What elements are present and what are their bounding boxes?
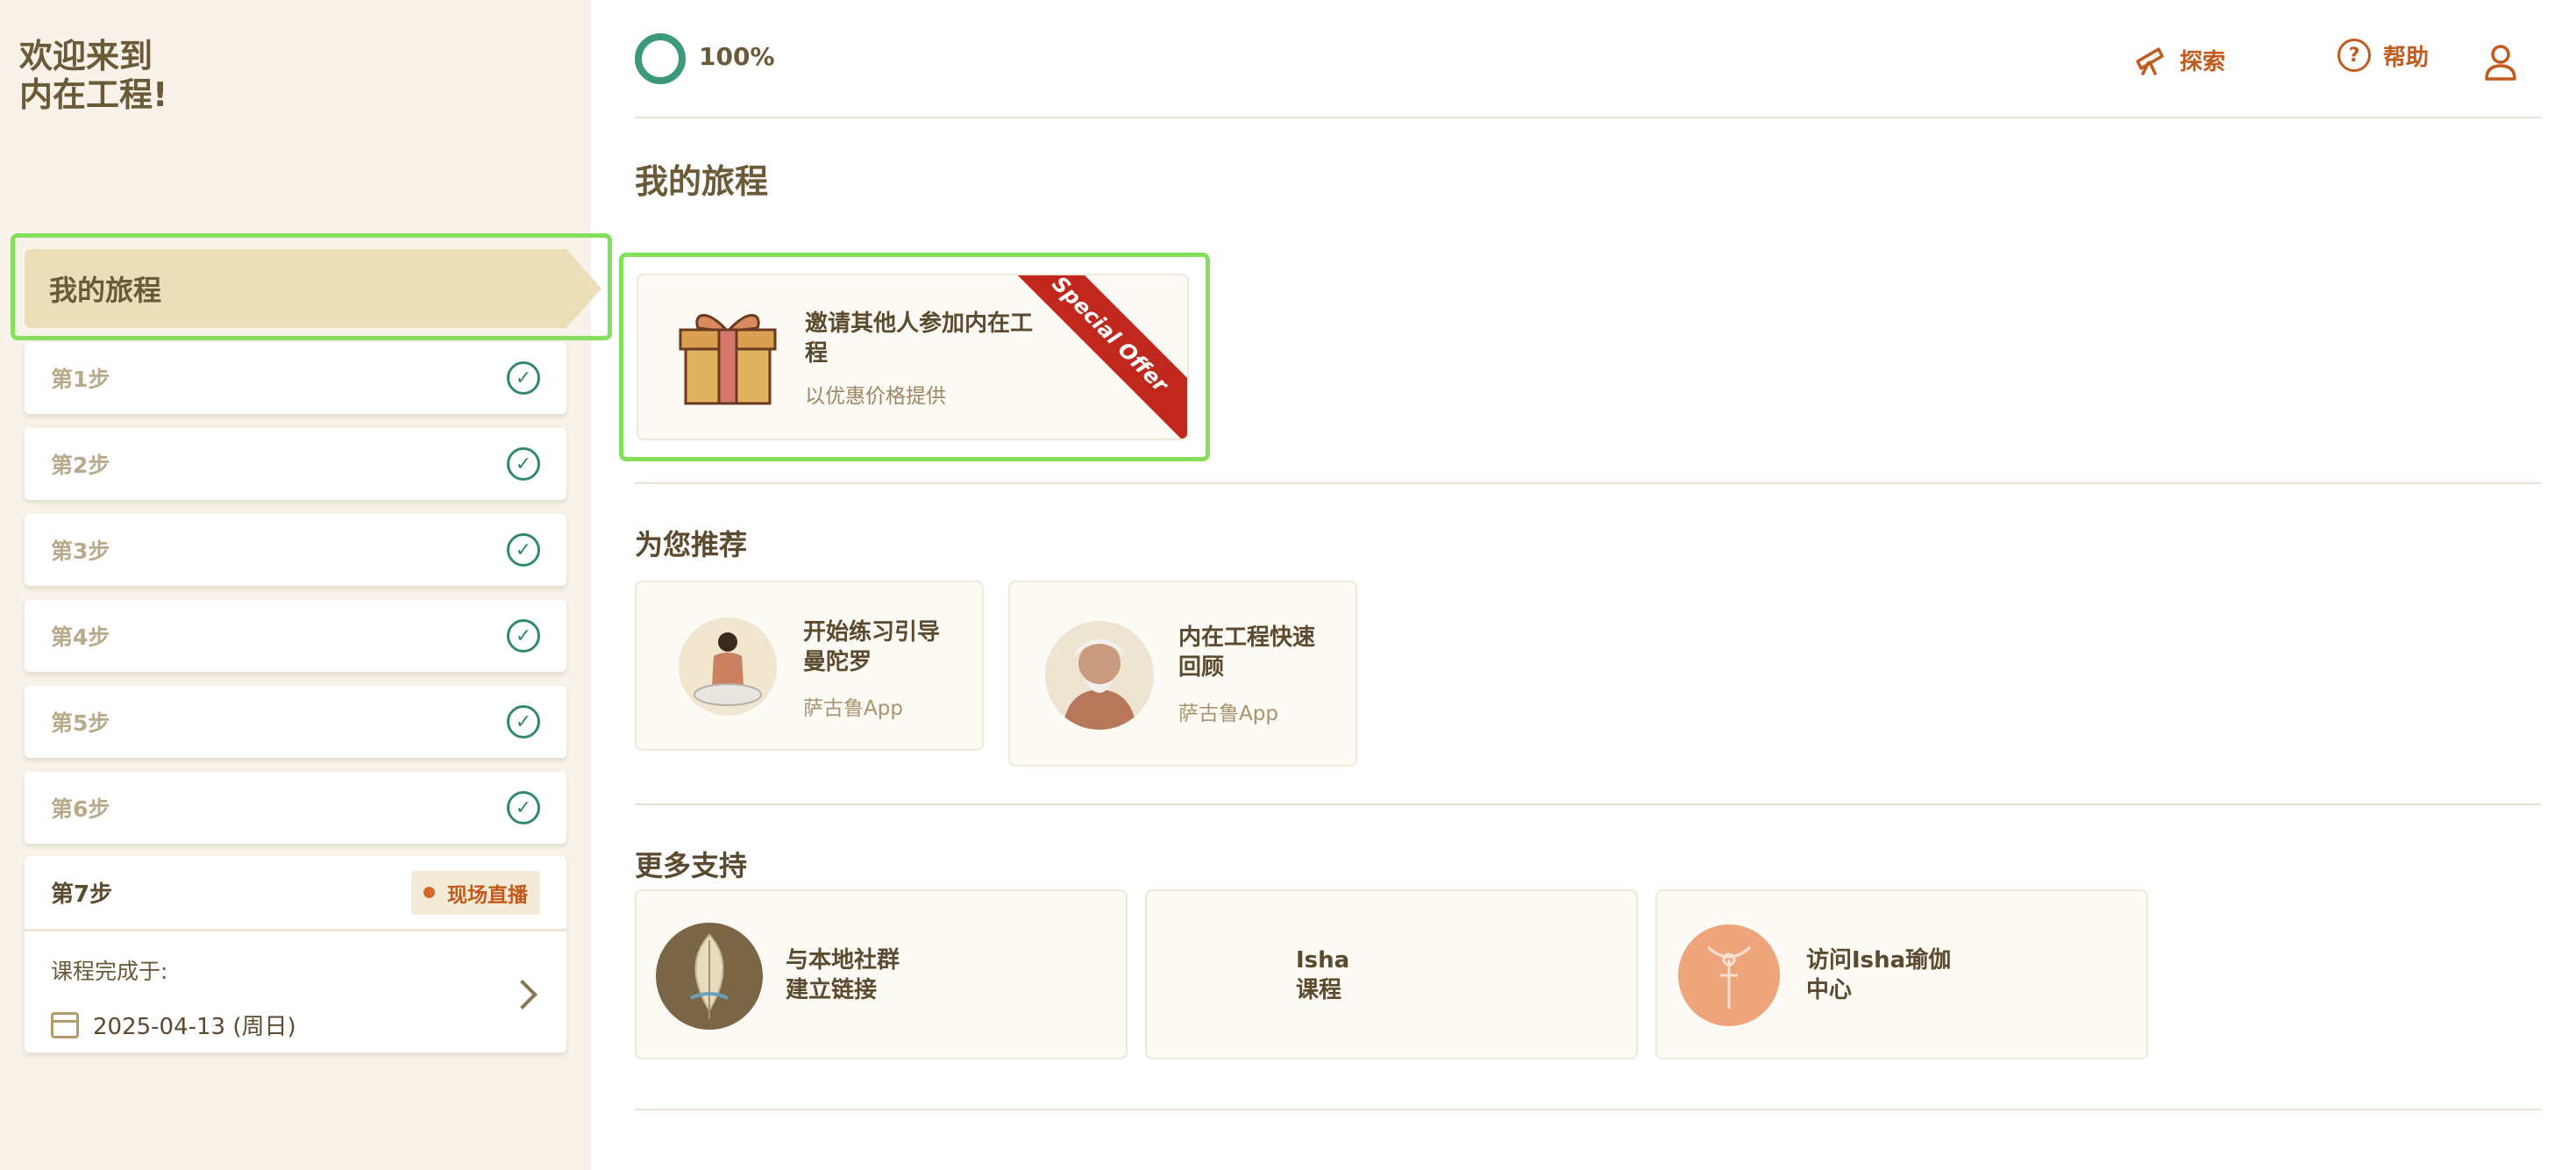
sidebar-step-3[interactable]: 第3步 ✓: [25, 514, 566, 586]
sidebar-item-label: 我的旅程: [49, 274, 162, 307]
sidebar-step-6[interactable]: 第6步 ✓: [25, 772, 566, 844]
step-label: 第6步: [51, 796, 110, 822]
card-title: 与本地社群 建立链接: [786, 945, 900, 1005]
help-link[interactable]: ? 帮助: [2338, 39, 2429, 72]
recommend-card-quick-review[interactable]: 内在工程快速 回顾 萨古鲁App: [1008, 581, 1357, 767]
progress-ring-icon: [635, 33, 686, 84]
step-label: 第7步: [51, 881, 113, 908]
community-thumbnail: [656, 923, 763, 1030]
offer-title: 邀请其他人参加内在工程: [805, 310, 1034, 367]
sadhguru-image: [1063, 639, 1136, 730]
card-title-line-2: 建立链接: [786, 977, 878, 1003]
sidebar-step-1[interactable]: 第1步 ✓: [25, 342, 566, 414]
section-divider: [635, 1109, 2541, 1110]
recommend-card-guided-mantra[interactable]: 开始练习引导 曼陀罗 萨古鲁App: [635, 581, 984, 751]
leaf-image: [690, 933, 729, 1019]
step-label: 第1步: [51, 367, 110, 392]
meditator-image: [694, 632, 762, 706]
isha-center-image: [1706, 945, 1752, 1009]
card-title: 开始练习引导 曼陀罗: [803, 617, 940, 677]
explore-link[interactable]: 探索: [2132, 42, 2225, 77]
card-title: 内在工程快速 回顾: [1178, 623, 1315, 682]
card-title-line-1: 内在工程快速: [1178, 624, 1316, 651]
offer-subtitle: 以优惠价格提供: [805, 385, 946, 408]
sidebar-step-4[interactable]: 第4步 ✓: [25, 600, 566, 672]
check-circle-icon: ✓: [507, 361, 540, 395]
step-label: 第3步: [51, 539, 110, 564]
progress-percent: 100%: [699, 42, 775, 71]
support-card-local-community[interactable]: 与本地社群 建立链接: [635, 889, 1128, 1059]
step-label: 第5步: [51, 710, 110, 736]
invite-offer-card[interactable]: 邀请其他人参加内在工程 以优惠价格提供 Special Offer: [637, 274, 1189, 440]
header-divider: [635, 117, 2541, 118]
sidebar: 欢迎来到 内在工程! 我的旅程 第1步 ✓ 第2步 ✓ 第3步 ✓ 第4步 ✓ …: [0, 0, 601, 1170]
isha-center-thumbnail: [1678, 924, 1780, 1026]
completion-info[interactable]: 课程完成于: 2025-04-13 (周日): [25, 931, 566, 1064]
check-circle-icon: ✓: [507, 619, 540, 653]
card-title-line-1: Isha: [1296, 947, 1350, 974]
support-heading: 更多支持: [635, 849, 748, 882]
completion-label: 课程完成于:: [51, 959, 168, 984]
card-title-line-2: 曼陀罗: [803, 649, 872, 675]
check-circle-icon: ✓: [507, 533, 540, 567]
telescope-icon: [2136, 47, 2164, 75]
section-divider: [635, 803, 2541, 805]
gift-icon: [679, 314, 777, 405]
card-title-line-1: 访问Isha瑜伽: [1806, 947, 1952, 974]
card-title: Isha 课程: [1296, 945, 1349, 1005]
meditation-thumbnail: [679, 617, 777, 716]
support-card-isha-programs[interactable]: Isha 课程: [1145, 889, 1638, 1059]
card-title: 访问Isha瑜伽 中心: [1806, 945, 1951, 1005]
sidebar-step-7[interactable]: 第7步 现场直播 课程完成于: 2025-04-13 (周日): [25, 856, 566, 1052]
sidebar-step-5[interactable]: 第5步 ✓: [25, 686, 566, 758]
card-title-line-1: 开始练习引导: [803, 619, 941, 646]
card-title-line-2: 课程: [1296, 977, 1342, 1003]
step-label: 第4步: [51, 624, 110, 650]
welcome-line-2: 内在工程!: [19, 75, 168, 114]
card-title-line-2: 中心: [1806, 977, 1853, 1003]
live-dot-icon: [423, 887, 435, 898]
completion-date: 2025-04-13 (周日): [93, 1014, 296, 1040]
section-divider: [635, 482, 2541, 484]
recommend-heading: 为您推荐: [635, 528, 748, 561]
live-badge-label: 现场直播: [447, 883, 528, 907]
help-icon: ?: [2338, 39, 2371, 72]
user-profile-button[interactable]: [2483, 42, 2518, 84]
help-label: 帮助: [2383, 44, 2430, 71]
welcome-line-1: 欢迎来到: [19, 37, 153, 75]
card-title-line-1: 与本地社群: [786, 947, 900, 974]
user-icon: [2485, 45, 2516, 81]
sadhguru-thumbnail: [1045, 621, 1154, 730]
sidebar-item-my-journey[interactable]: 我的旅程: [25, 249, 601, 328]
live-badge: 现场直播: [411, 870, 540, 915]
check-circle-icon: ✓: [507, 705, 540, 738]
welcome-heading: 欢迎来到 内在工程!: [19, 37, 167, 114]
card-subtitle: 萨古鲁App: [1178, 703, 1278, 725]
check-circle-icon: ✓: [507, 791, 540, 824]
sidebar-step-2[interactable]: 第2步 ✓: [25, 428, 566, 500]
support-card-isha-center[interactable]: 访问Isha瑜伽 中心: [1655, 889, 2148, 1059]
page-title: 我的旅程: [635, 162, 769, 201]
card-subtitle: 萨古鲁App: [803, 697, 903, 720]
explore-label: 探索: [2180, 48, 2226, 75]
calendar-icon: [51, 1011, 79, 1038]
check-circle-icon: ✓: [507, 447, 540, 481]
card-title-line-2: 回顾: [1178, 654, 1225, 681]
step-label: 第2步: [51, 453, 110, 478]
